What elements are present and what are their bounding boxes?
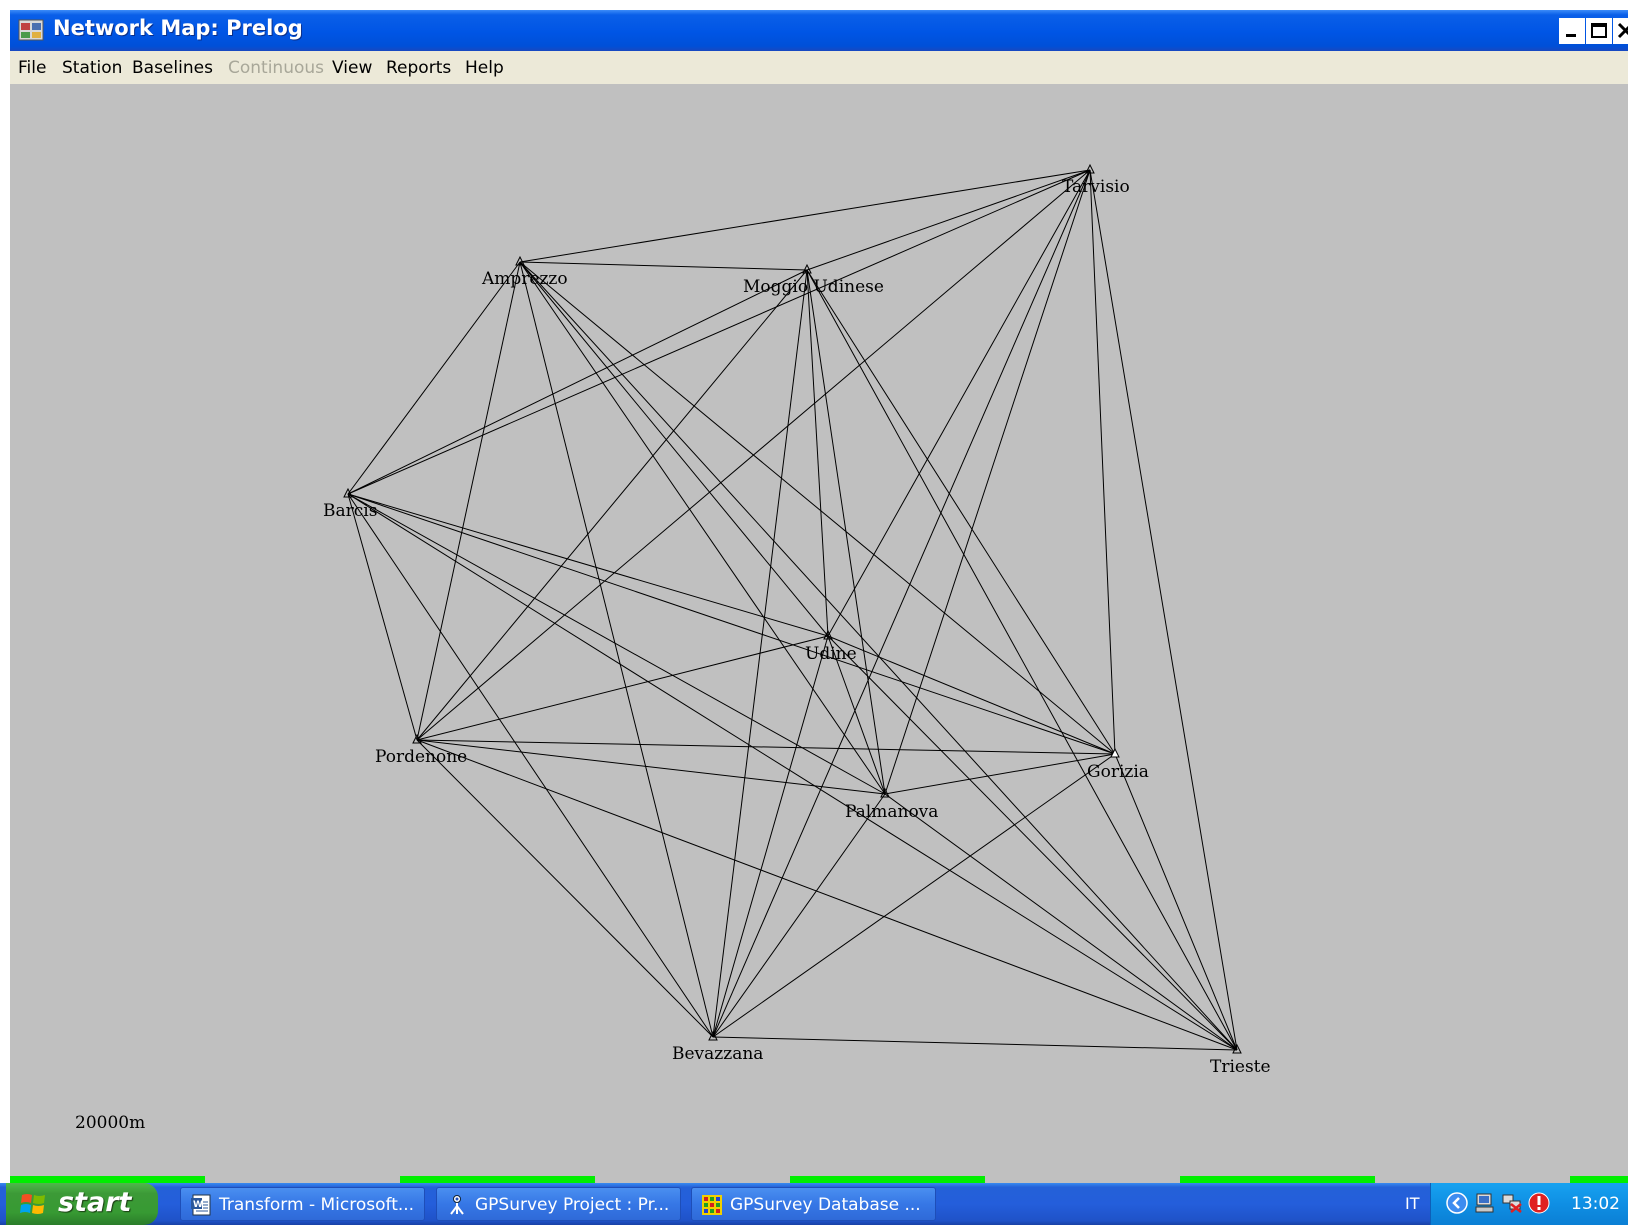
menu-file[interactable]: File bbox=[18, 58, 46, 78]
station-label-palmanova: Palmanova bbox=[845, 802, 938, 822]
show-hidden-icons-icon[interactable] bbox=[1446, 1192, 1468, 1214]
map-scale-label: 20000m bbox=[75, 1113, 146, 1133]
close-icon bbox=[1617, 22, 1628, 39]
baseline-tarvisio-gorizia[interactable] bbox=[1089, 169, 1116, 755]
minimize-icon bbox=[1566, 34, 1576, 37]
taskbar-item-gpsurvey-database[interactable]: GPSurvey Database ... bbox=[691, 1187, 936, 1221]
menu-continuous[interactable]: Continuous bbox=[228, 58, 324, 78]
baseline-barcis-udine[interactable] bbox=[347, 493, 829, 637]
taskbar-item-label: Transform - Microsoft... bbox=[219, 1195, 415, 1215]
progress-segment bbox=[1180, 1176, 1375, 1183]
baseline-moggio-udinese-trieste[interactable] bbox=[806, 269, 1238, 1051]
baseline-tarvisio-udine[interactable] bbox=[827, 169, 1091, 637]
baseline-gorizia-palmanova[interactable] bbox=[884, 753, 1116, 795]
menu-help[interactable]: Help bbox=[465, 58, 504, 78]
window-title: Network Map: Prelog bbox=[53, 16, 303, 40]
menu-baselines[interactable]: Baselines bbox=[132, 58, 213, 78]
baseline-gorizia-bevazzana[interactable] bbox=[712, 753, 1116, 1038]
baseline-moggio-udinese-gorizia[interactable] bbox=[806, 269, 1116, 755]
window-title-bar[interactable]: Network Map: Prelog bbox=[10, 10, 1628, 51]
baseline-moggio-udinese-palmanova[interactable] bbox=[806, 269, 886, 795]
taskbar-clock: 13:02 bbox=[1571, 1194, 1620, 1214]
taskbar-item-gpsurvey-project[interactable]: GPSurvey Project : Pr... bbox=[436, 1187, 681, 1221]
baseline-moggio-udinese-barcis[interactable] bbox=[347, 269, 808, 495]
language-indicator[interactable]: IT bbox=[1405, 1194, 1420, 1213]
svg-text:W: W bbox=[193, 1200, 203, 1210]
start-button[interactable]: start bbox=[6, 1183, 158, 1225]
station-label-moggio-udinese: Moggio Udinese bbox=[743, 277, 884, 297]
baseline-amprezzo-barcis[interactable] bbox=[347, 261, 521, 495]
baseline-amprezzo-trieste[interactable] bbox=[519, 261, 1238, 1051]
gpsurvey-project-icon bbox=[450, 1195, 464, 1215]
taskbar-item-label: GPSurvey Database ... bbox=[730, 1195, 921, 1215]
station-markers bbox=[343, 163, 1242, 1054]
baseline-amprezzo-palmanova[interactable] bbox=[519, 261, 886, 795]
menu-station[interactable]: Station bbox=[62, 58, 122, 78]
start-label: start bbox=[58, 1187, 132, 1218]
taskbar: start W Transform - Microsoft... GPSurve… bbox=[0, 1183, 1628, 1225]
station-label-udine: Udine bbox=[805, 644, 857, 664]
menu-bar: File Station Baselines Continuous View R… bbox=[10, 51, 1628, 84]
network-computer-icon[interactable] bbox=[1474, 1192, 1496, 1214]
network-map-drawing[interactable]: Tarvisio Amprezzo Moggio Udinese Barcis Udin… bbox=[10, 84, 1628, 1183]
network-disconnected-icon[interactable] bbox=[1501, 1192, 1523, 1214]
taskbar-item-transform[interactable]: W Transform - Microsoft... bbox=[180, 1187, 425, 1221]
baseline-lines bbox=[347, 169, 1238, 1051]
station-label-barcis: Barcis bbox=[323, 501, 377, 521]
baseline-udine-trieste[interactable] bbox=[827, 635, 1238, 1051]
baseline-moggio-udinese-pordenone[interactable] bbox=[416, 269, 808, 741]
progress-segment bbox=[10, 1176, 205, 1183]
progress-segment bbox=[1570, 1176, 1628, 1183]
gpsurvey-database-icon bbox=[702, 1195, 722, 1215]
progress-bar bbox=[10, 1174, 1628, 1183]
baseline-barcis-gorizia[interactable] bbox=[347, 493, 1116, 755]
maximize-icon bbox=[1591, 23, 1607, 38]
baseline-tarvisio-amprezzo[interactable] bbox=[519, 169, 1091, 263]
station-label-trieste: Trieste bbox=[1210, 1057, 1271, 1077]
word-document-icon: W bbox=[191, 1194, 211, 1216]
baseline-pordenone-bevazzana[interactable] bbox=[416, 739, 714, 1038]
station-label-gorizia: Gorizia bbox=[1087, 762, 1149, 782]
minimize-button[interactable] bbox=[1559, 18, 1585, 44]
baseline-tarvisio-palmanova[interactable] bbox=[884, 169, 1091, 795]
taskbar-item-label: GPSurvey Project : Pr... bbox=[475, 1195, 670, 1215]
station-label-amprezzo: Amprezzo bbox=[481, 269, 568, 289]
baseline-udine-bevazzana[interactable] bbox=[712, 635, 829, 1038]
station-label-tarvisio: Tarvisio bbox=[1062, 177, 1130, 197]
station-label-pordenone: Pordenone bbox=[375, 747, 467, 767]
baseline-tarvisio-trieste[interactable] bbox=[1089, 169, 1238, 1051]
close-button[interactable] bbox=[1613, 18, 1628, 44]
baseline-tarvisio-barcis[interactable] bbox=[347, 169, 1091, 495]
progress-segment bbox=[790, 1176, 985, 1183]
network-map-canvas[interactable]: Tarvisio Amprezzo Moggio Udinese Barcis Udin… bbox=[10, 84, 1628, 1183]
baseline-udine-gorizia[interactable] bbox=[827, 635, 1116, 755]
baseline-tarvisio-bevazzana[interactable] bbox=[712, 169, 1091, 1038]
menu-reports[interactable]: Reports bbox=[386, 58, 451, 78]
baseline-pordenone-trieste[interactable] bbox=[416, 739, 1238, 1051]
maximize-button[interactable] bbox=[1586, 18, 1612, 44]
progress-segment bbox=[400, 1176, 595, 1183]
baseline-bevazzana-trieste[interactable] bbox=[712, 1036, 1238, 1051]
network-map-app-icon bbox=[18, 19, 44, 41]
windows-logo-icon bbox=[20, 1194, 45, 1214]
station-label-bevazzana: Bevazzana bbox=[672, 1044, 763, 1064]
baseline-amprezzo-pordenone[interactable] bbox=[416, 261, 521, 741]
baseline-tarvisio-moggio-udinese[interactable] bbox=[806, 169, 1091, 271]
menu-view[interactable]: View bbox=[332, 58, 372, 78]
baseline-amprezzo-bevazzana[interactable] bbox=[519, 261, 714, 1038]
security-alert-icon[interactable] bbox=[1528, 1192, 1550, 1214]
